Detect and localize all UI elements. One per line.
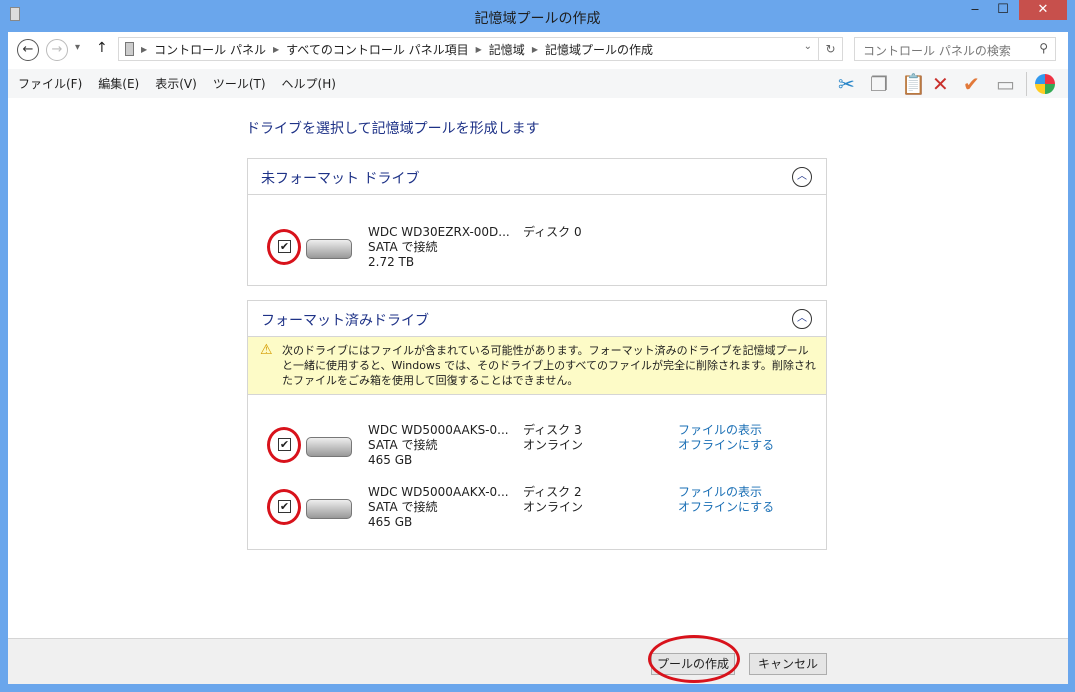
drive-status: ディスク 2 オンライン: [523, 485, 583, 515]
chevron-right-icon: ▶: [475, 44, 482, 54]
drive-connection: SATA で接続: [368, 240, 438, 254]
footer-bar: プールの作成 キャンセル: [8, 638, 1068, 684]
properties-icon[interactable]: ▭: [996, 72, 1015, 96]
hard-drive-icon: [306, 437, 352, 457]
navigation-bar: ← → ▾ ↑ ▶ コントロール パネル ▶ すべてのコントロール パネル項目 …: [8, 32, 1068, 68]
drive-online-status: オンライン: [523, 438, 584, 452]
drive-info: WDC WD5000AAKS-0... SATA で接続 465 GB: [368, 423, 509, 468]
address-bar[interactable]: ▶ コントロール パネル ▶ すべてのコントロール パネル項目 ▶ 記憶域 ▶ …: [118, 37, 843, 61]
drive-disk-number: ディスク 0: [523, 225, 582, 239]
unformatted-drives-panel: 未フォーマット ドライブ ︿ ✔ WDC WD30EZRX-00D... SAT…: [247, 158, 827, 286]
toolbar-divider: [1026, 72, 1027, 96]
forward-button[interactable]: →: [46, 39, 68, 61]
drive-checkbox[interactable]: ✔: [278, 438, 291, 451]
address-dropdown-icon[interactable]: ⌄: [804, 41, 812, 52]
search-placeholder: コントロール パネルの検索: [863, 44, 1011, 58]
refresh-icon[interactable]: ↻: [818, 38, 842, 60]
panel-title: フォーマット済みドライブ: [261, 313, 429, 329]
drive-online-status: オンライン: [523, 500, 584, 514]
formatted-drives-panel: フォーマット済みドライブ ︿ ⚠ 次のドライブにはファイルが含まれている可能性が…: [247, 300, 827, 550]
chevron-right-icon: ▶: [531, 44, 538, 54]
warning-text: 次のドライブにはファイルが含まれている可能性があります。フォーマット済みのドライ…: [282, 344, 816, 387]
drive-links: ファイルの表示 オフラインにする: [678, 485, 774, 515]
drive-name: WDC WD30EZRX-00D...: [368, 225, 510, 239]
drive-checkbox[interactable]: ✔: [278, 500, 291, 513]
collapse-icon[interactable]: ︿: [792, 167, 812, 187]
breadcrumb-create-pool[interactable]: 記憶域プールの作成: [545, 41, 653, 58]
colors-icon[interactable]: [1035, 74, 1055, 94]
scissors-icon[interactable]: ✂: [838, 72, 855, 96]
drive-disk-number: ディスク 3: [523, 423, 582, 437]
up-button[interactable]: ↑: [96, 40, 108, 56]
drive-size: 465 GB: [368, 453, 413, 467]
breadcrumb-storage[interactable]: 記憶域: [489, 41, 525, 58]
drive-info: WDC WD5000AAKX-0... SATA で接続 465 GB: [368, 485, 509, 530]
panel-title: 未フォーマット ドライブ: [261, 171, 420, 187]
drive-info: WDC WD30EZRX-00D... SATA で接続 2.72 TB: [368, 225, 510, 270]
close-button[interactable]: ✕: [1019, 0, 1067, 20]
hard-drive-icon: [306, 239, 352, 259]
drive-size: 2.72 TB: [368, 255, 415, 269]
drive-name: WDC WD5000AAKX-0...: [368, 485, 509, 499]
search-input[interactable]: コントロール パネルの検索 ⚲: [854, 37, 1056, 61]
copy-icon[interactable]: ❐: [870, 72, 888, 96]
breadcrumb-all-items[interactable]: すべてのコントロール パネル項目: [286, 41, 469, 58]
drive-item: ✔ WDC WD5000AAKX-0... SATA で接続 465 GB ディ…: [248, 481, 826, 543]
take-offline-link[interactable]: オフラインにする: [678, 500, 774, 515]
search-icon: ⚲: [1039, 41, 1048, 55]
title-bar: 記憶域プールの作成 ‒ ☐ ✕: [0, 0, 1075, 32]
drive-links: ファイルの表示 オフラインにする: [678, 423, 774, 453]
menu-tools[interactable]: ツール(T): [213, 75, 266, 92]
back-button[interactable]: ←: [17, 39, 39, 61]
drive-size: 465 GB: [368, 515, 413, 529]
hard-drive-icon: [306, 499, 352, 519]
window-title: 記憶域プールの作成: [474, 11, 601, 27]
collapse-icon[interactable]: ︿: [792, 309, 812, 329]
warning-banner: ⚠ 次のドライブにはファイルが含まれている可能性があります。フォーマット済みのド…: [248, 337, 826, 395]
chevron-right-icon: ▶: [272, 44, 280, 54]
recent-locations-button[interactable]: ▾: [75, 42, 80, 53]
drive-item: ✔ WDC WD5000AAKS-0... SATA で接続 465 GB ディ…: [248, 419, 826, 481]
view-files-link[interactable]: ファイルの表示: [678, 423, 774, 438]
highlight-circle: [648, 635, 740, 683]
drive-connection: SATA で接続: [368, 438, 438, 452]
menu-edit[interactable]: 編集(E): [98, 75, 139, 92]
delete-icon[interactable]: ✕: [932, 72, 949, 96]
menu-file[interactable]: ファイル(F): [18, 75, 82, 92]
take-offline-link[interactable]: オフラインにする: [678, 438, 774, 453]
chevron-right-icon: ▶: [141, 44, 148, 54]
drive-status: ディスク 3 オンライン: [523, 423, 583, 453]
drive-checkbox[interactable]: ✔: [278, 240, 291, 253]
maximize-button[interactable]: ☐: [989, 0, 1017, 20]
check-icon[interactable]: ✔: [963, 72, 980, 96]
panel-header: 未フォーマット ドライブ ︿: [248, 159, 826, 195]
cancel-button[interactable]: キャンセル: [749, 653, 827, 675]
page-heading: ドライブを選択して記憶域プールを形成します: [246, 121, 540, 137]
window-client: ← → ▾ ↑ ▶ コントロール パネル ▶ すべてのコントロール パネル項目 …: [8, 32, 1068, 684]
view-files-link[interactable]: ファイルの表示: [678, 485, 774, 500]
drive-item: ✔ WDC WD30EZRX-00D... SATA で接続 2.72 TB デ…: [248, 215, 826, 277]
drive-name: WDC WD5000AAKS-0...: [368, 423, 509, 437]
storage-icon: [125, 42, 134, 56]
breadcrumb-control-panel[interactable]: コントロール パネル: [154, 41, 266, 58]
warning-icon: ⚠: [260, 342, 273, 358]
paste-icon[interactable]: 📋: [901, 72, 926, 96]
drive-connection: SATA で接続: [368, 500, 438, 514]
menu-view[interactable]: 表示(V): [155, 75, 197, 92]
panel-header: フォーマット済みドライブ ︿: [248, 301, 826, 337]
drive-disk-number: ディスク 2: [523, 485, 582, 499]
menu-help[interactable]: ヘルプ(H): [282, 75, 336, 92]
minimize-button[interactable]: ‒: [961, 0, 989, 20]
